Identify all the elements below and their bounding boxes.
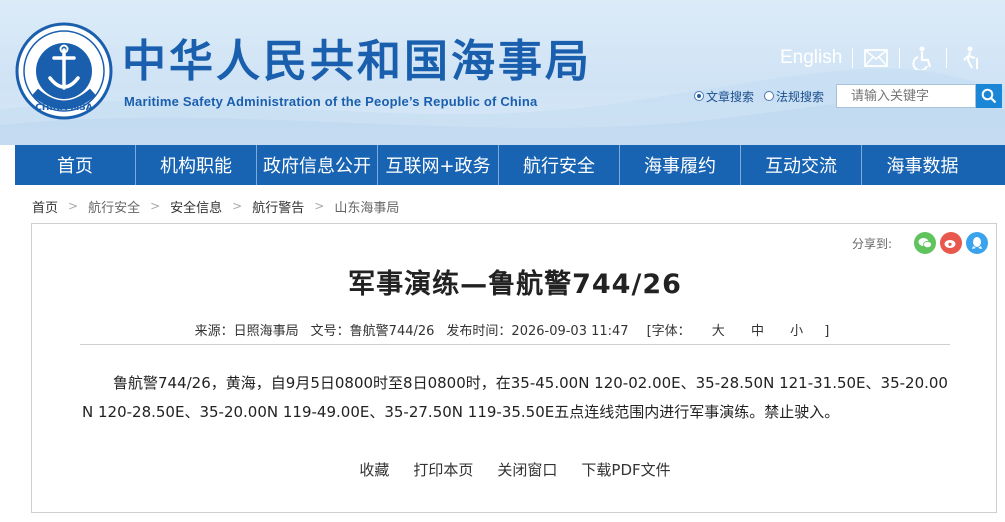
breadcrumb-item-warnings[interactable]: 航行警告 <box>252 197 304 216</box>
font-size-close: ] <box>824 324 830 339</box>
meta-divider <box>80 344 950 345</box>
top-links: English <box>780 44 983 72</box>
print-button[interactable]: 打印本页 <box>413 459 473 480</box>
breadcrumb-separator-icon: > <box>150 199 161 213</box>
breadcrumb-separator-icon: > <box>232 199 243 213</box>
english-link[interactable]: English <box>780 47 842 69</box>
download-pdf-button[interactable]: 下载PDF文件 <box>581 459 670 480</box>
article-container: 分享到: 军事演练—鲁航警744/26 来源：日照海事局 文号：鲁航警744/2… <box>31 223 997 513</box>
search-option-article[interactable]: 文章搜索 <box>694 88 754 105</box>
qq-icon[interactable] <box>966 232 988 254</box>
nav-item-interaction[interactable]: 互动交流 <box>741 145 862 185</box>
radio-unselected-icon <box>764 91 775 101</box>
search-option-law[interactable]: 法规搜索 <box>764 88 824 105</box>
breadcrumb-item-shandong[interactable]: 山东海事局 <box>334 197 399 216</box>
font-size-label: [字体： <box>646 324 691 339</box>
mail-icon[interactable] <box>863 45 889 71</box>
search-icon <box>981 88 997 104</box>
article-body: 鲁航警744/26，黄海，自9月5日0800时至8日0800时，在35-45.0… <box>82 374 948 421</box>
nav-item-conventions[interactable]: 海事履约 <box>620 145 741 185</box>
search-button[interactable] <box>976 84 1003 108</box>
search-input[interactable] <box>836 84 977 108</box>
msa-logo: CHINA MSA <box>15 22 113 120</box>
accessibility-icon[interactable] <box>910 45 936 71</box>
article-doc-number: 文号：鲁航警744/26 <box>310 324 435 339</box>
weibo-icon[interactable] <box>940 232 962 254</box>
site-header: CHINA MSA 中华人民共和国海事局 Maritime Safety Adm… <box>0 0 1005 145</box>
favorite-button[interactable]: 收藏 <box>359 459 389 480</box>
divider <box>946 48 948 68</box>
nav-item-gov-info[interactable]: 政府信息公开 <box>257 145 378 185</box>
article-title: 军事演练—鲁航警744/26 <box>348 269 682 300</box>
font-size-large-button[interactable]: 大 <box>707 324 730 339</box>
logo-text: CHINA MSA <box>35 103 93 113</box>
search-option-label: 文章搜索 <box>706 89 755 104</box>
nav-item-internet-gov[interactable]: 互联网+政务 <box>378 145 499 185</box>
site-title: 中华人民共和国海事局 <box>122 36 592 87</box>
article-actions: 收藏 打印本页 关闭窗口 下载PDF文件 <box>32 459 998 480</box>
main-nav: 首页 机构职能 政府信息公开 互联网+政务 航行安全 海事履约 互动交流 海事数… <box>15 145 1005 185</box>
divider <box>852 48 854 68</box>
nav-item-home[interactable]: 首页 <box>15 145 136 185</box>
article-source: 来源：日照海事局 <box>194 324 299 339</box>
nav-item-navigation-safety[interactable]: 航行安全 <box>499 145 620 185</box>
nav-item-data[interactable]: 海事数据 <box>862 145 983 185</box>
close-window-button[interactable]: 关闭窗口 <box>497 459 557 480</box>
font-size-control: [字体： 大 中 小 ] <box>641 320 836 339</box>
wechat-icon[interactable] <box>914 232 936 254</box>
site-subtitle: Maritime Safety Administration of the Pe… <box>124 94 538 109</box>
elderly-mode-icon[interactable] <box>957 45 983 71</box>
breadcrumb-separator-icon: > <box>68 199 79 213</box>
breadcrumb-separator-icon: > <box>314 199 325 213</box>
share-label: 分享到: <box>851 236 892 251</box>
article-meta: 来源：日照海事局 文号：鲁航警744/26 发布时间：2026-09-03 11… <box>32 320 998 339</box>
divider <box>899 48 901 68</box>
radio-selected-icon <box>694 91 704 101</box>
font-size-medium-button[interactable]: 中 <box>746 324 769 339</box>
search-option-label: 法规搜索 <box>776 89 825 104</box>
font-size-small-button[interactable]: 小 <box>785 324 808 339</box>
nav-item-functions[interactable]: 机构职能 <box>136 145 257 185</box>
breadcrumb-item-navigation-safety[interactable]: 航行安全 <box>88 197 140 216</box>
breadcrumb-item-home[interactable]: 首页 <box>32 197 58 216</box>
breadcrumb: 首页 > 航行安全 > 安全信息 > 航行警告 > 山东海事局 <box>32 196 399 216</box>
share-bar: 分享到: <box>852 232 988 254</box>
article-publish-time: 发布时间：2026-09-03 11:47 <box>446 324 629 339</box>
search-area: 文章搜索 法规搜索 <box>694 84 1003 108</box>
breadcrumb-item-safety-info[interactable]: 安全信息 <box>170 197 222 216</box>
